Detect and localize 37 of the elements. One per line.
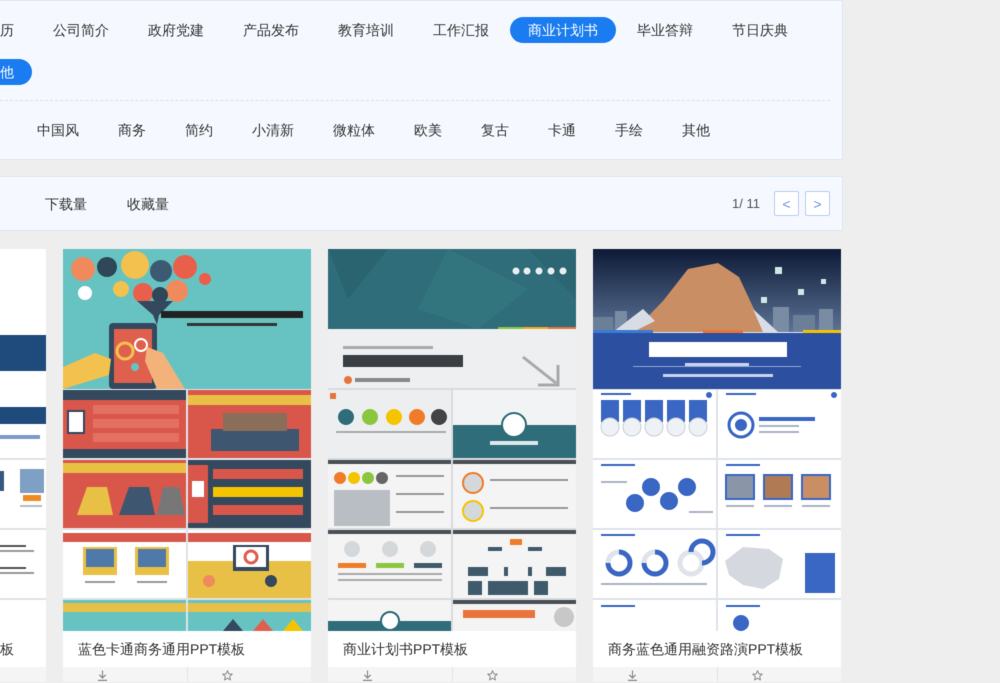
category-option[interactable]: 政府党建 bbox=[130, 17, 222, 43]
category-option[interactable]: 工作汇报 bbox=[415, 17, 507, 43]
style-option[interactable]: 手绘 bbox=[597, 117, 661, 143]
card-title[interactable]: 商业计划书PPT模板 bbox=[328, 631, 576, 667]
template-card[interactable]: 板 bbox=[0, 249, 46, 682]
category-option[interactable]: 毕业答辩 bbox=[619, 17, 711, 43]
page-counter: 1/ 11 bbox=[732, 196, 760, 211]
category-option[interactable]: 公司简介 bbox=[35, 17, 127, 43]
card-title[interactable]: 板 bbox=[0, 631, 46, 667]
category-option[interactable]: 历 bbox=[0, 17, 32, 43]
card-title[interactable]: 商务蓝色通用融资路演PPT模板 bbox=[593, 631, 841, 667]
sort-option[interactable]: 下载量 bbox=[27, 190, 105, 216]
download-icon bbox=[97, 670, 108, 681]
star-icon bbox=[752, 670, 762, 681]
download-icon bbox=[362, 670, 373, 681]
style-option[interactable]: 复古 bbox=[463, 117, 527, 143]
category-option[interactable]: 商业计划书 bbox=[510, 17, 616, 43]
template-card[interactable]: 商务蓝色通用融资路演PPT模板 bbox=[593, 249, 841, 682]
star-icon bbox=[222, 670, 232, 681]
category-option[interactable]: 节日庆典 bbox=[714, 17, 806, 43]
star-icon bbox=[486, 670, 498, 681]
category-option[interactable]: 他 bbox=[0, 59, 32, 85]
category-option[interactable]: 产品发布 bbox=[225, 17, 317, 43]
style-option[interactable]: 欧美 bbox=[396, 117, 460, 143]
style-option[interactable]: 其他 bbox=[664, 117, 728, 143]
style-option[interactable]: 商务 bbox=[100, 117, 164, 143]
style-option[interactable]: 卡通 bbox=[530, 117, 594, 143]
style-option[interactable]: 中国风 bbox=[19, 117, 97, 143]
sort-option[interactable]: 收藏量 bbox=[109, 190, 187, 216]
download-icon bbox=[627, 670, 638, 681]
card-title[interactable]: 蓝色卡通商务通用PPT模板 bbox=[63, 631, 311, 667]
category-option[interactable]: 教育培训 bbox=[320, 17, 412, 43]
style-option[interactable]: 简约 bbox=[167, 117, 231, 143]
template-card[interactable]: 蓝色卡通商务通用PPT模板 bbox=[63, 249, 311, 682]
style-option[interactable]: 微粒体 bbox=[315, 117, 393, 143]
style-option[interactable]: 小清新 bbox=[234, 117, 312, 143]
template-card[interactable]: 商业计划书PPT模板 bbox=[328, 249, 576, 682]
